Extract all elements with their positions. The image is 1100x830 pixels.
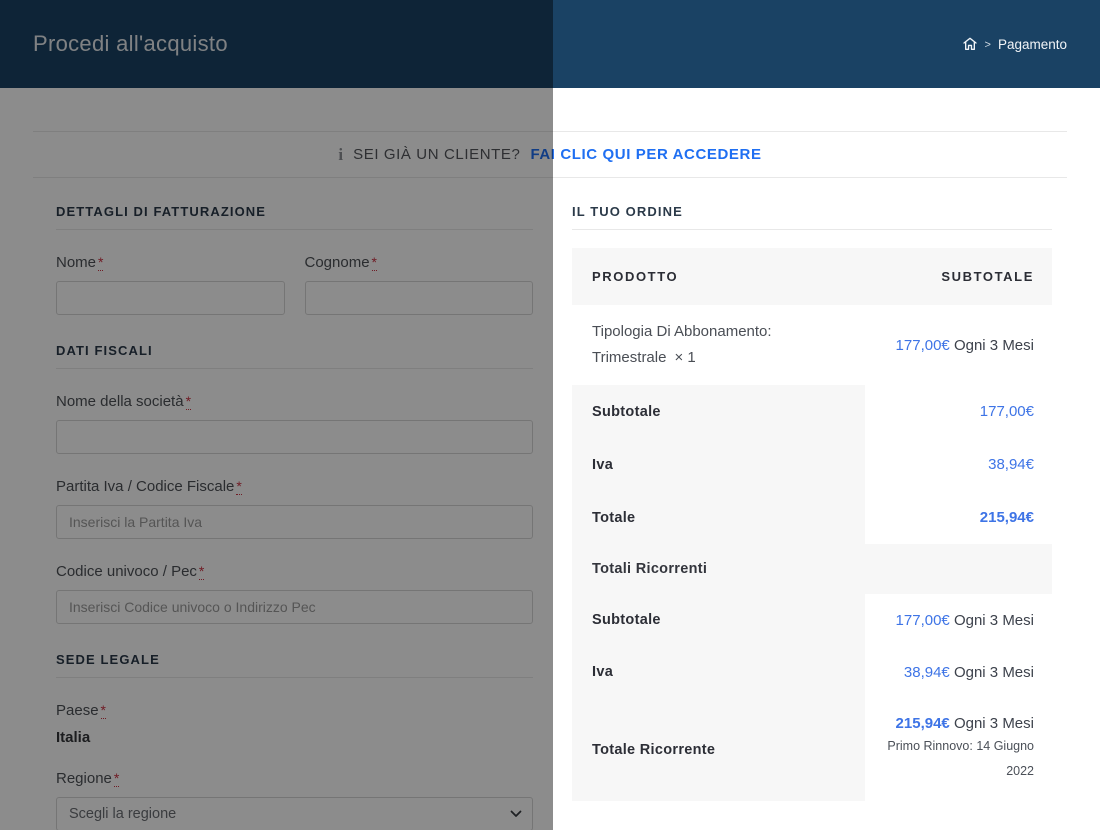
column-subtotal: SUBTOTALE (941, 269, 1034, 284)
vat-value: 38,94€ (988, 456, 1034, 473)
column-product: PRODOTTO (592, 269, 679, 284)
total-row: Totale 215,94€ (572, 491, 1052, 544)
first-renewal-note: Primo Rinnovo: 14 Giugno 2022 (887, 739, 1034, 778)
total-value: 215,94€ (979, 509, 1034, 526)
recurring-totals-heading-row: Totali Ricorrenti (572, 544, 1052, 594)
recurring-total-row: Totale Ricorrente 215,94€ Ogni 3 Mesi Pr… (572, 698, 1052, 801)
breadcrumb-separator: > (984, 38, 991, 51)
required-asterisk: * (98, 254, 104, 271)
vat-number-input[interactable] (56, 505, 533, 539)
company-name-input[interactable] (56, 420, 533, 454)
required-asterisk: * (236, 478, 242, 495)
first-name-label: Nome * (56, 254, 104, 271)
subtotal-value: 177,00€ (979, 403, 1034, 420)
order-table: PRODOTTO SUBTOTALE Tipologia Di Abboname… (572, 248, 1052, 801)
content-columns: DETTAGLI DI FATTURAZIONE Nome * Cognome * … (0, 204, 1100, 830)
order-item-amount: 177,00€ Ogni 3 Mesi (895, 336, 1034, 354)
recurring-total-label: Totale Ricorrente (592, 741, 716, 758)
checkout-page: Procedi all'acquisto > Pagamento i SEI G… (0, 0, 1100, 830)
order-table-header: PRODOTTO SUBTOTALE (572, 248, 1052, 305)
section-fiscal-data: DATI FISCALI (56, 343, 153, 358)
subtotal-label: Subtotale (592, 403, 661, 420)
required-asterisk: * (100, 702, 106, 719)
breadcrumb-current: Pagamento (997, 36, 1067, 52)
subtotal-row: Subtotale 177,00€ (572, 385, 1052, 438)
company-name-label: Nome della società * (56, 393, 192, 410)
pec-code-input[interactable] (56, 590, 533, 624)
recurring-subtotal-row: Subtotale 177,00€ Ogni 3 Mesi (572, 594, 1052, 646)
divider (56, 677, 533, 678)
region-label: Regione * (56, 770, 120, 787)
required-asterisk: * (371, 254, 377, 271)
recurring-totals-heading: Totali Ricorrenti (592, 561, 708, 577)
total-label: Totale (592, 509, 636, 526)
divider (572, 229, 1052, 230)
recurring-vat-row: Iva 38,94€ Ogni 3 Mesi (572, 646, 1052, 698)
returning-customer-notice: i SEI GIÀ UN CLIENTE? FAI CLIC QUI PER A… (33, 131, 1067, 178)
order-item-row: Tipologia Di Abbonamento: Trimestrale × 1… (572, 305, 1052, 385)
required-asterisk: * (113, 770, 120, 787)
last-name-label: Cognome * (304, 254, 377, 271)
section-registered-office: SEDE LEGALE (56, 652, 160, 667)
notice-text: SEI GIÀ UN CLIENTE? (353, 146, 521, 163)
vat-label: Iva (592, 456, 614, 473)
required-asterisk: * (198, 563, 205, 580)
vat-row: Iva 38,94€ (572, 438, 1052, 491)
home-icon[interactable] (962, 36, 978, 52)
region-select[interactable]: Scegli la regione (56, 797, 533, 830)
required-asterisk: * (185, 393, 192, 410)
order-review: IL TUO ORDINE PRODOTTO SUBTOTALE Tipolog… (572, 204, 1052, 801)
info-icon: i (338, 144, 344, 164)
country-label: Paese * (56, 702, 106, 719)
country-value: Italia (56, 729, 91, 746)
recurring-vat-label: Iva (592, 664, 614, 680)
order-item-quantity: × 1 (674, 349, 696, 366)
page-title: Procedi all'acquisto (33, 31, 228, 56)
recurring-subtotal-label: Subtotale (592, 612, 661, 628)
billing-form: DETTAGLI DI FATTURAZIONE Nome * Cognome * … (33, 204, 553, 830)
divider (56, 368, 533, 369)
order-heading: IL TUO ORDINE (572, 204, 683, 219)
order-item-name: Tipologia Di Abbonamento: Trimestrale × 1 (592, 323, 772, 366)
vat-number-label: Partita Iva / Codice Fiscale * (56, 478, 242, 495)
section-billing-details: DETTAGLI DI FATTURAZIONE (56, 204, 267, 219)
pec-code-label: Codice univoco / Pec * (56, 563, 205, 580)
breadcrumb: > Pagamento (962, 36, 1067, 52)
login-link[interactable]: FAI CLIC QUI PER ACCEDERE (530, 146, 761, 163)
last-name-input[interactable] (304, 281, 533, 315)
page-header: Procedi all'acquisto > Pagamento (0, 0, 1100, 88)
first-name-input[interactable] (56, 281, 285, 315)
